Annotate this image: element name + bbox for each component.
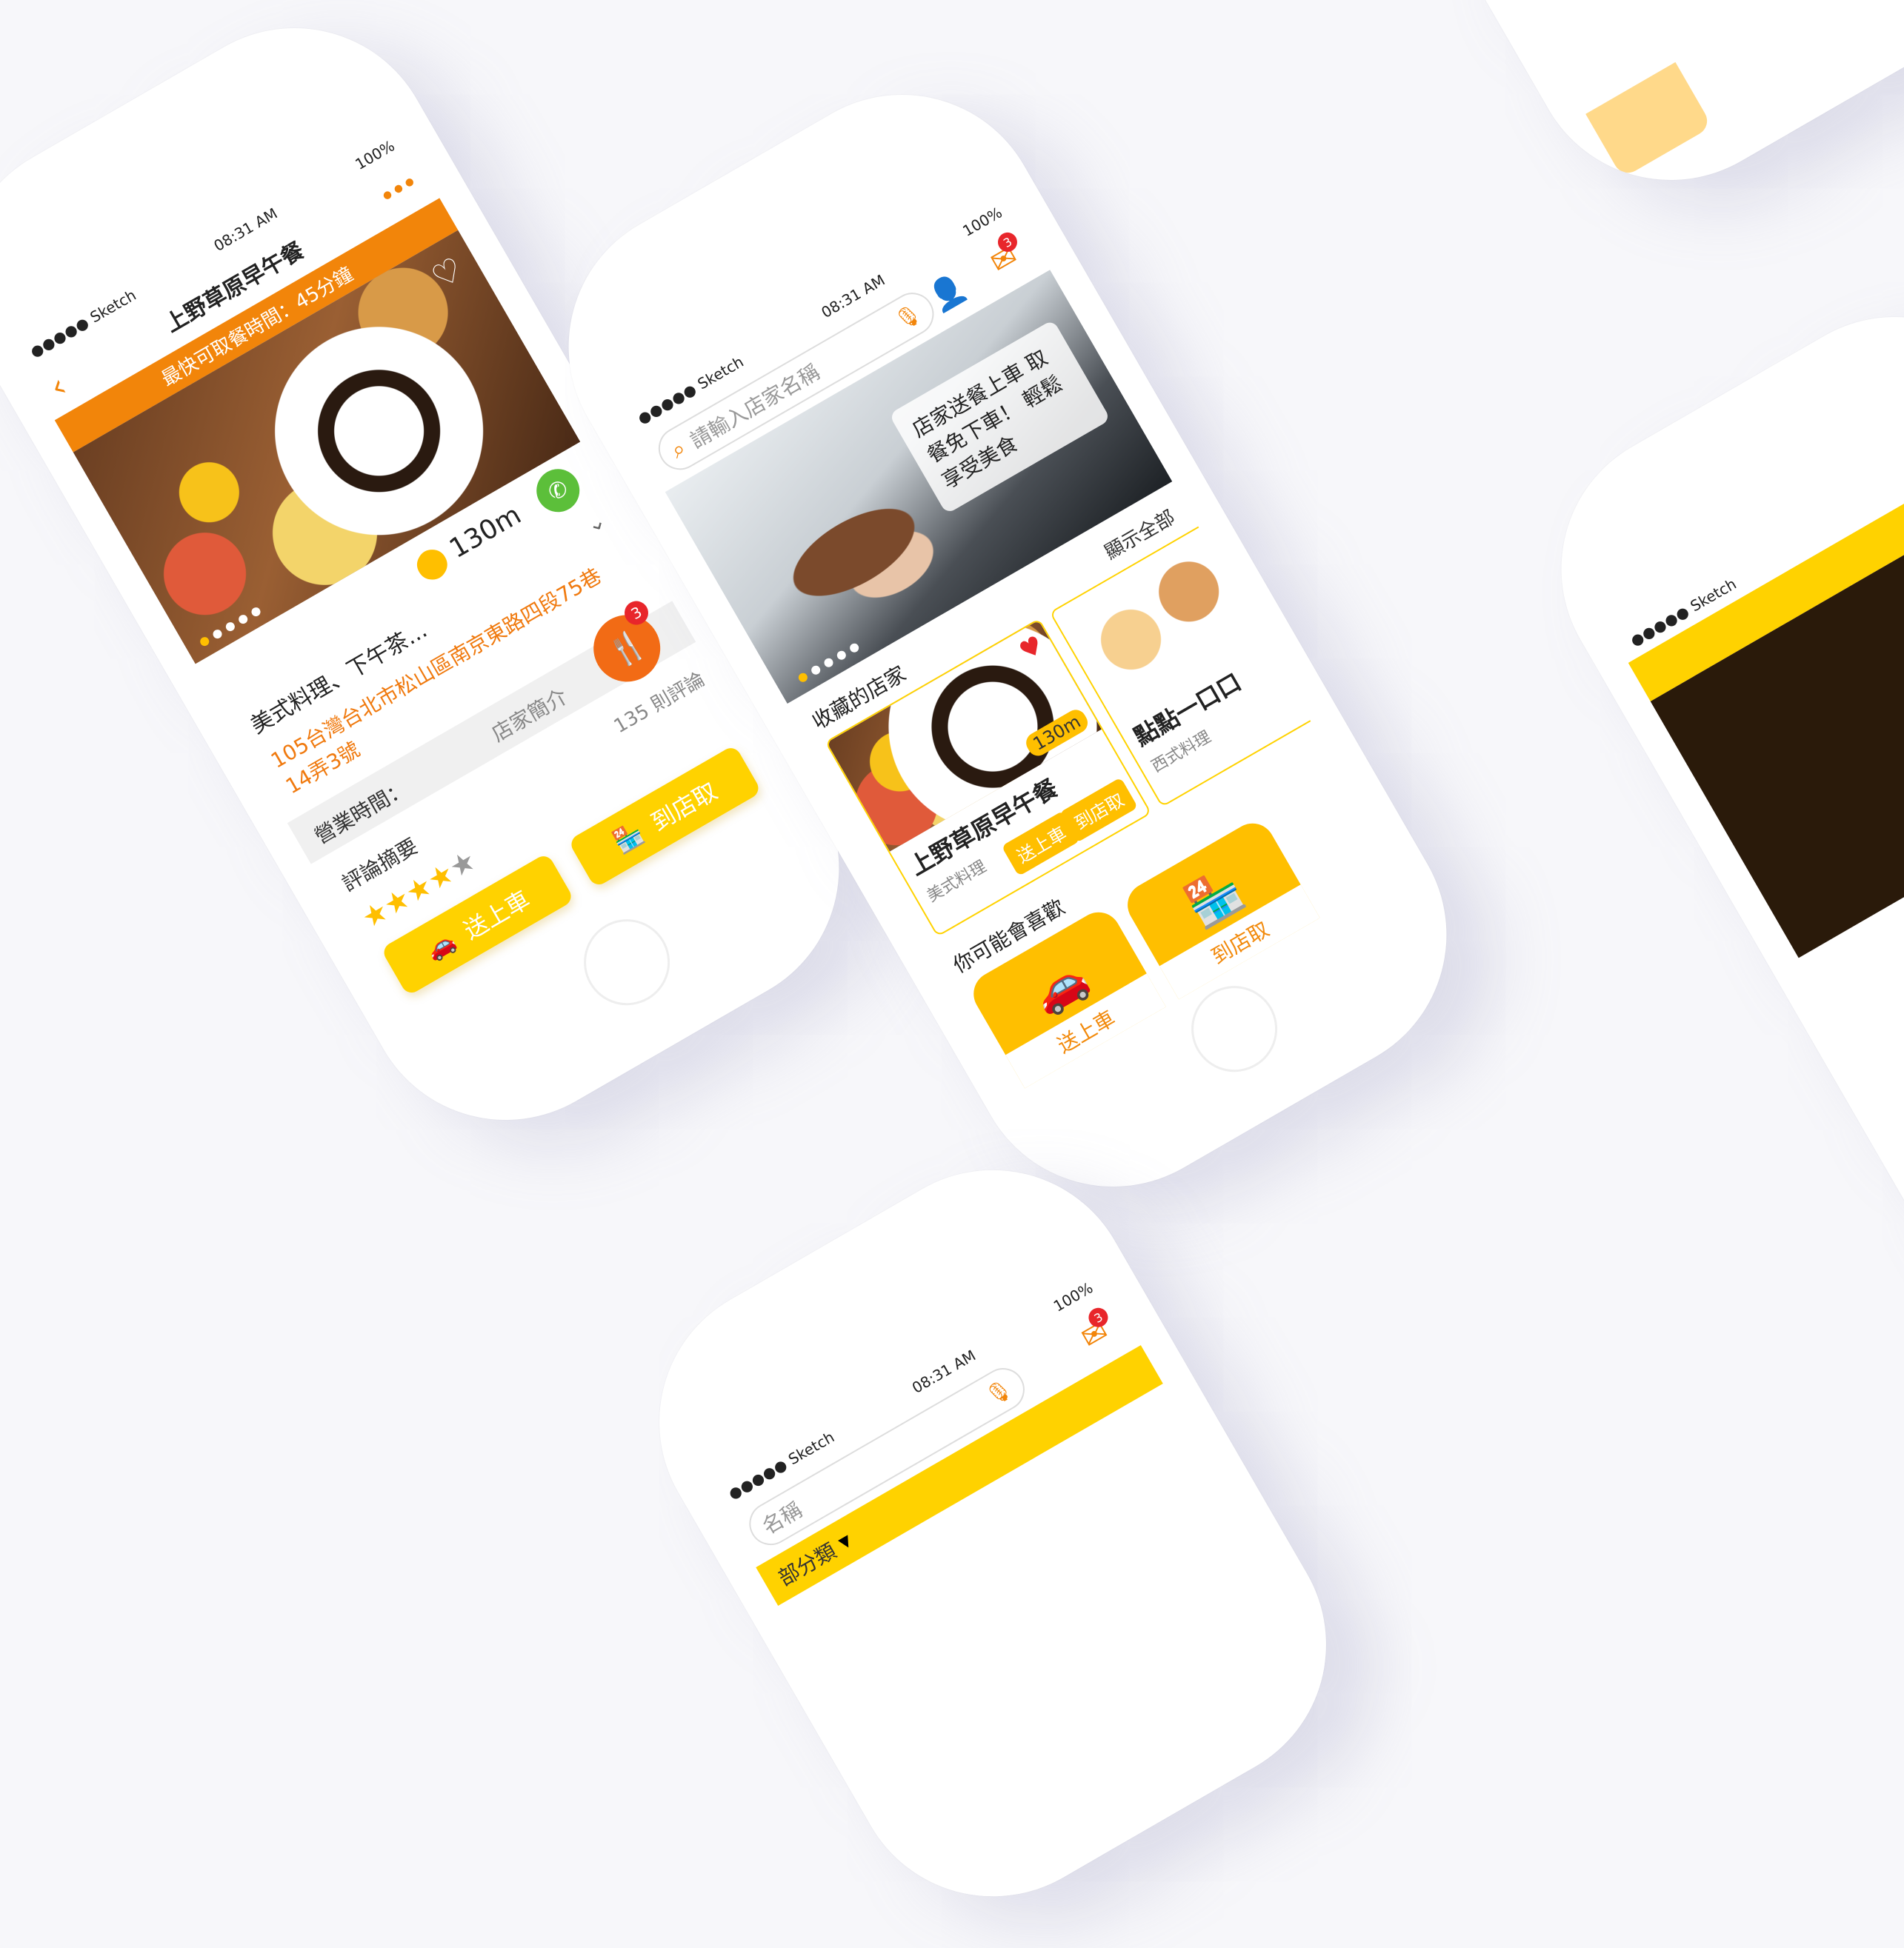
- category-screen: ●●●●● Sketch 08:31 AM 100% 名稱 🎙 ✉ 3 部分類 …: [711, 1268, 1356, 1940]
- promo-text: 店家送餐上車 取餐免下車！ 輕鬆享受美食: [888, 319, 1111, 515]
- phone-icon[interactable]: ✆: [528, 461, 587, 520]
- tile-pickup[interactable]: 🏪 到店取: [1119, 815, 1320, 1000]
- battery-label: 100%: [959, 203, 1005, 240]
- yellow-tile-fragment: [1585, 61, 1713, 179]
- battery-label: 100%: [1050, 1278, 1096, 1315]
- back-chevron-icon[interactable]: ‹: [43, 367, 73, 406]
- pickup-button-label: 到店取: [646, 776, 722, 837]
- category-label: 部分類: [774, 1538, 841, 1591]
- mail-badge: 3: [1085, 1304, 1112, 1331]
- mail-icon[interactable]: ✉ 3: [1076, 1304, 1114, 1356]
- more-dots-icon[interactable]: •••: [373, 168, 422, 213]
- chevron-down-icon: ▼: [835, 1530, 855, 1552]
- partial-screen: ●●●●● Sketch: [1613, 415, 1904, 1318]
- carousel-dots: [796, 641, 861, 684]
- search-icon: ⌕: [666, 435, 690, 464]
- chip-pickup[interactable]: 到店取: [1059, 777, 1139, 844]
- delivery-button-label: 送上車: [459, 884, 535, 945]
- phone-partial-right: ●●●●● Sketch: [1510, 265, 1904, 1461]
- card-distance: 130m: [1022, 706, 1092, 760]
- carousel-dots: [199, 605, 262, 648]
- store-icon: 🏪: [608, 818, 648, 858]
- mail-badge: 3: [994, 229, 1021, 256]
- heart-icon[interactable]: ♡: [425, 250, 470, 297]
- location-pin-icon: ⬤: [408, 539, 454, 587]
- chevron-down-icon[interactable]: ⌄: [582, 507, 610, 539]
- heart-icon[interactable]: ♥: [1014, 630, 1048, 667]
- mic-icon[interactable]: 🎙: [891, 299, 925, 333]
- car-icon: 🚗: [421, 926, 461, 966]
- mail-icon[interactable]: ✉ 3: [985, 229, 1023, 281]
- status-bar: ●●●●● Sketch 08:31 AM 100%: [711, 1268, 1110, 1513]
- phone-category: ●●●●● Sketch 08:31 AM 100% 名稱 🎙 ✉ 3 部分類 …: [608, 1118, 1378, 1948]
- tab-intro[interactable]: 店家簡介: [486, 681, 573, 748]
- utensils-icon: 🍴: [602, 624, 652, 673]
- phone-partial-top: [1411, 0, 1904, 232]
